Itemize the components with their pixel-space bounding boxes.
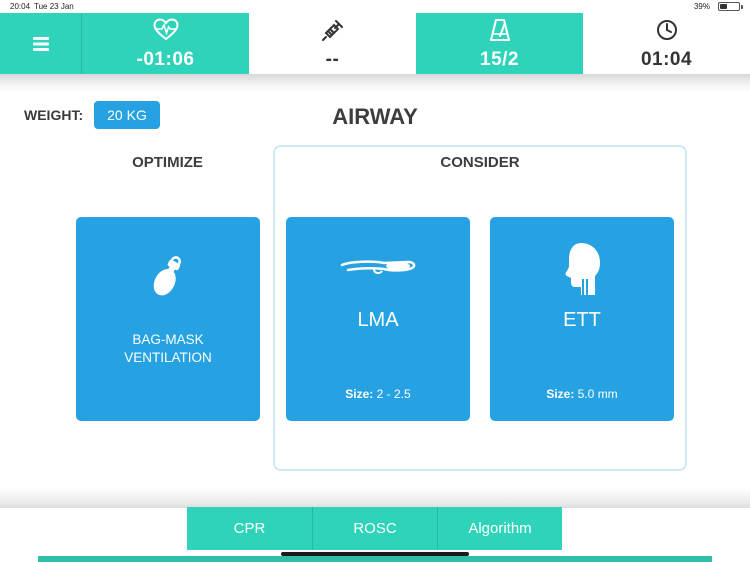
status-time: 20:04 [10, 2, 31, 11]
elapsed-time-value: 01:04 [640, 49, 693, 70]
page-title: AIRWAY [332, 104, 418, 129]
head-profile-icon [565, 243, 600, 295]
heart-rate-value: -01:06 [136, 49, 195, 70]
compression-ratio-value: 15/2 [480, 49, 519, 70]
medication-value: -- [325, 49, 340, 70]
ett-label: ETT [563, 309, 601, 331]
ett-size-label: Size: [546, 387, 575, 401]
metronome-icon [489, 19, 510, 41]
top-bar-shadow [0, 74, 750, 92]
ett-card[interactable]: ETT Size: 5.0 mm [490, 217, 674, 421]
heart-rate-timer[interactable]: -01:06 [82, 13, 249, 74]
ett-size: Size: 5.0 mm [490, 387, 674, 401]
lma-size-label: Size: [345, 387, 374, 401]
clock-icon [656, 20, 677, 40]
compression-ratio[interactable]: 15/2 [416, 13, 583, 74]
cpr-button[interactable]: CPR [187, 507, 312, 550]
syringe-icon [321, 20, 343, 41]
ett-size-value: 5.0 mm [577, 387, 618, 401]
heart-rate-icon [152, 18, 179, 41]
bottom-accent-strip [38, 556, 712, 562]
hamburger-menu-icon [32, 36, 49, 51]
lma-size: Size: 2 - 2.5 [286, 387, 470, 401]
battery-fill [720, 4, 728, 9]
home-indicator [281, 552, 469, 556]
lma-size-value: 2 - 2.5 [376, 387, 411, 401]
lma-card[interactable]: LMA Size: 2 - 2.5 [286, 217, 470, 421]
bag-mask-ventilation-card[interactable]: BAG-MASK VENTILATION [76, 217, 260, 421]
battery-nub [741, 5, 743, 9]
algorithm-button[interactable]: Algorithm [437, 507, 562, 550]
status-date: Tue 23 Jan [34, 2, 74, 11]
lma-label: LMA [357, 309, 399, 331]
battery-percentage: 39% [693, 2, 710, 11]
menu-button[interactable] [0, 13, 82, 74]
consider-heading: CONSIDER [440, 154, 520, 171]
battery-icon [718, 2, 743, 11]
lma-airway-icon [340, 260, 416, 275]
bag-mask-label-line2: VENTILATION [124, 350, 212, 365]
status-bar: 20:04 Tue 23 Jan 39% [0, 0, 750, 13]
top-bar: -01:06 -- 15/2 01:04 [0, 13, 750, 74]
bottom-shadow [0, 488, 750, 508]
optimize-heading: OPTIMIZE [132, 154, 203, 171]
bag-mask-label-line1: BAG-MASK [132, 332, 204, 347]
elapsed-timer[interactable]: 01:04 [583, 13, 750, 74]
bag-mask-label: BAG-MASK VENTILATION [76, 331, 260, 367]
bag-mask-icon [153, 256, 181, 296]
medication-timer[interactable]: -- [249, 13, 416, 74]
rosc-button[interactable]: ROSC [312, 507, 437, 550]
